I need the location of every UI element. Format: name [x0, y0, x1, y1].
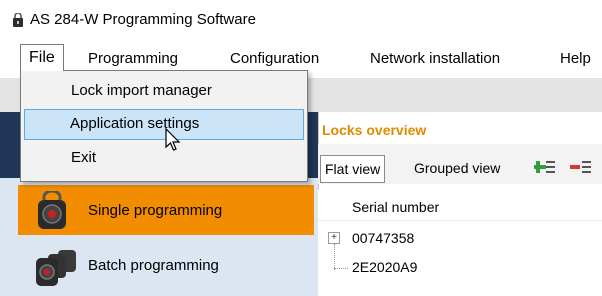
padlock-app-icon: [13, 13, 23, 27]
collapse-all-icon[interactable]: [570, 158, 592, 176]
grouped-view-button[interactable]: Grouped view: [414, 155, 500, 181]
header-divider: [318, 220, 602, 221]
menu-item-label: Exit: [71, 149, 97, 166]
menu-item-lock-import-manager[interactable]: Lock import manager: [21, 77, 307, 105]
section-title: Locks overview: [322, 122, 427, 138]
table-row[interactable]: 00747358: [352, 230, 414, 246]
expand-row-icon[interactable]: +: [328, 232, 340, 244]
column-header-serial-number[interactable]: Serial number: [352, 199, 439, 215]
flat-view-button[interactable]: Flat view: [320, 155, 386, 183]
sidebar-item-single-programming[interactable]: Single programming: [18, 185, 314, 235]
menu-item-exit[interactable]: Exit: [21, 144, 307, 172]
sidebar-item-label: Batch programming: [88, 257, 219, 274]
window-title: AS 284-W Programming Software: [30, 11, 256, 28]
menu-network-installation[interactable]: Network installation: [364, 49, 506, 69]
menu-configuration[interactable]: Configuration: [224, 49, 325, 69]
batch-locks-icon: [36, 250, 76, 286]
sidebar-item-batch-programming[interactable]: Batch programming: [18, 240, 314, 296]
table-row[interactable]: 2E2020A9: [352, 259, 417, 275]
tree-connector: [334, 268, 348, 269]
mouse-pointer-icon: [165, 128, 181, 151]
menu-item-application-settings[interactable]: Application settings: [24, 109, 304, 140]
menu-file[interactable]: File: [20, 44, 64, 71]
single-lock-icon: [38, 191, 66, 229]
menu-programming[interactable]: Programming: [82, 49, 184, 69]
menu-help[interactable]: Help: [554, 49, 597, 69]
menu-item-label: Lock import manager: [71, 82, 212, 99]
sidebar-item-label: Single programming: [88, 202, 223, 219]
tree-connector: [334, 244, 335, 270]
expand-all-icon[interactable]: [534, 158, 556, 176]
